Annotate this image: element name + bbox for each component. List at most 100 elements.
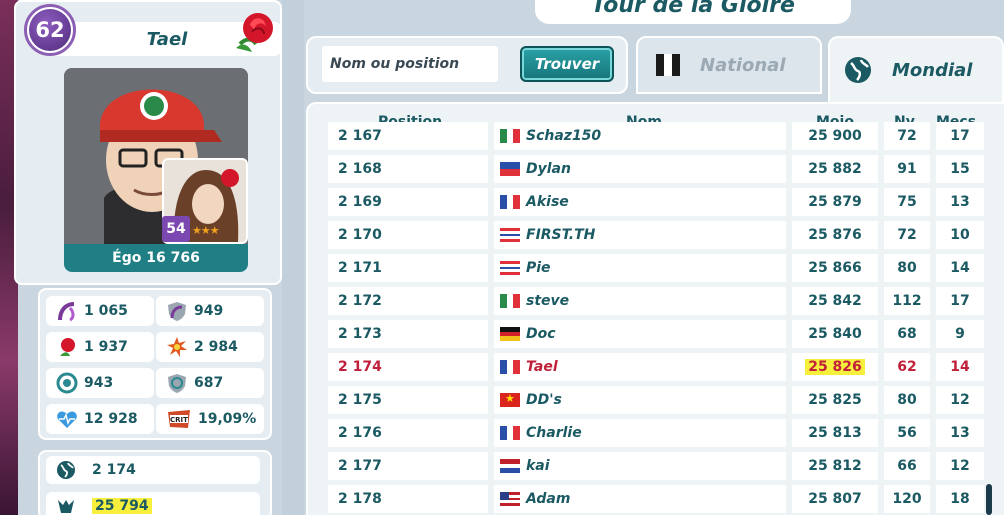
rose-stat-icon bbox=[60, 338, 75, 356]
cell-level: 66 bbox=[884, 452, 930, 480]
stat-know-how-defense: 687 bbox=[156, 368, 264, 398]
cell-level: 112 bbox=[884, 287, 930, 315]
player-name-text: Pie bbox=[526, 260, 551, 276]
panel-divider bbox=[282, 0, 304, 515]
cell-mojo: 25 879 bbox=[792, 188, 878, 216]
player-name-text: Tael bbox=[526, 359, 558, 375]
mojo-text: 25 826 bbox=[805, 359, 865, 375]
table-row[interactable]: 2 170 FIRST.TH 25 876 72 10 bbox=[328, 221, 988, 249]
page-title: Tour de la Gloire bbox=[535, 0, 851, 24]
cell-position: 2 177 bbox=[328, 452, 488, 480]
stat-value: 687 bbox=[194, 375, 224, 391]
player-name-text: Charlie bbox=[526, 425, 582, 441]
mojo-text: 25 900 bbox=[808, 128, 862, 144]
cell-name: FIRST.TH bbox=[494, 221, 786, 249]
cell-mojo: 25 813 bbox=[792, 419, 878, 447]
stat-value: 19,09% bbox=[198, 411, 257, 427]
cell-mojo: 25 807 bbox=[792, 485, 878, 513]
national-flag-icon bbox=[656, 54, 680, 76]
th-flag-icon bbox=[500, 228, 520, 242]
cell-mecs: 10 bbox=[936, 221, 984, 249]
mojo-text: 25 807 bbox=[808, 491, 862, 507]
table-row[interactable]: 2 167 Schaz150 25 900 72 17 bbox=[328, 122, 988, 150]
cell-position: 2 167 bbox=[328, 122, 488, 150]
fr-flag-icon bbox=[500, 426, 520, 440]
player-name-text: steve bbox=[526, 293, 570, 309]
cell-mecs: 15 bbox=[936, 155, 984, 183]
ph-flag-icon bbox=[500, 162, 520, 176]
table-row-self[interactable]: 2 174 Tael 25 826 62 14 bbox=[328, 353, 988, 381]
stat-know-how: 943 bbox=[46, 368, 154, 398]
mojo-text: 25 825 bbox=[808, 392, 862, 408]
player-name-text: Doc bbox=[526, 326, 556, 342]
cell-mecs: 9 bbox=[936, 320, 984, 348]
companion-level-badge: 54 bbox=[162, 216, 190, 242]
mojo-text: 25 812 bbox=[808, 458, 862, 474]
mx-flag-icon bbox=[500, 294, 520, 308]
table-row[interactable]: 2 175 ★ DD's 25 825 80 12 bbox=[328, 386, 988, 414]
cell-level: 72 bbox=[884, 221, 930, 249]
tab-national-label: National bbox=[700, 54, 786, 76]
cell-name: steve bbox=[494, 287, 786, 315]
player-name-text: Schaz150 bbox=[526, 128, 602, 144]
cell-mojo: 25 812 bbox=[792, 452, 878, 480]
table-row[interactable]: 2 171 Pie 25 866 80 14 bbox=[328, 254, 988, 282]
tab-mondial[interactable]: Mondial bbox=[828, 36, 1004, 102]
cell-mojo: 25 825 bbox=[792, 386, 878, 414]
stat-value: 12 928 bbox=[84, 411, 138, 427]
cell-mecs: 12 bbox=[936, 452, 984, 480]
companion-stars: ★★★ bbox=[192, 224, 220, 237]
th-flag-icon bbox=[500, 261, 520, 275]
cell-level: 80 bbox=[884, 254, 930, 282]
cell-mojo: 25 900 bbox=[792, 122, 878, 150]
cell-name: ★ DD's bbox=[494, 386, 786, 414]
table-row[interactable]: 2 176 Charlie 25 813 56 13 bbox=[328, 419, 988, 447]
mojo-text: 25 840 bbox=[808, 326, 862, 342]
whip-icon bbox=[58, 302, 75, 322]
cell-mecs: 14 bbox=[936, 254, 984, 282]
cell-mojo: 25 876 bbox=[792, 221, 878, 249]
world-rank-row: 2 174 bbox=[46, 456, 260, 484]
mojo-text: 25 842 bbox=[808, 293, 862, 309]
search-panel: Trouver bbox=[306, 36, 628, 94]
svg-text:CRIT: CRIT bbox=[170, 416, 188, 424]
cell-level: 68 bbox=[884, 320, 930, 348]
cell-name: Schaz150 bbox=[494, 122, 786, 150]
tab-mondial-label: Mondial bbox=[892, 59, 973, 81]
mojo-text: 25 879 bbox=[808, 194, 862, 210]
table-row[interactable]: 2 168 Dylan 25 882 91 15 bbox=[328, 155, 988, 183]
player-name-text: kai bbox=[526, 458, 550, 474]
stat-value: 1 937 bbox=[84, 339, 128, 355]
table-row[interactable]: 2 173 Doc 25 840 68 9 bbox=[328, 320, 988, 348]
crit-icon: CRIT bbox=[168, 410, 190, 428]
stat-charm-defense: 2 984 bbox=[156, 332, 264, 362]
table-row[interactable]: 2 177 kai 25 812 66 12 bbox=[328, 452, 988, 480]
cell-level: 80 bbox=[884, 386, 930, 414]
stat-value: 943 bbox=[84, 375, 114, 391]
cell-mojo: 25 826 bbox=[792, 353, 878, 381]
cell-mecs: 12 bbox=[936, 386, 984, 414]
whip-shield-icon bbox=[168, 302, 186, 321]
cell-position: 2 170 bbox=[328, 221, 488, 249]
target-shield-icon bbox=[168, 374, 186, 393]
cell-position: 2 173 bbox=[328, 320, 488, 348]
find-button[interactable]: Trouver bbox=[520, 46, 614, 82]
cell-level: 120 bbox=[884, 485, 930, 513]
fr-flag-icon bbox=[500, 195, 520, 209]
cell-level: 91 bbox=[884, 155, 930, 183]
cell-name: Akise bbox=[494, 188, 786, 216]
mojo-text: 25 866 bbox=[808, 260, 862, 276]
table-row[interactable]: 2 178 Adam 25 807 120 18 bbox=[328, 485, 988, 513]
tab-national[interactable]: National bbox=[636, 36, 822, 94]
cell-mojo: 25 866 bbox=[792, 254, 878, 282]
cell-position: 2 174 bbox=[328, 353, 488, 381]
player-name-text: DD's bbox=[526, 392, 562, 408]
burst-icon bbox=[167, 337, 187, 357]
table-row[interactable]: 2 169 Akise 25 879 75 13 bbox=[328, 188, 988, 216]
table-row[interactable]: 2 172 steve 25 842 112 17 bbox=[328, 287, 988, 315]
mojo-text: 25 813 bbox=[808, 425, 862, 441]
scrollbar-thumb[interactable] bbox=[986, 484, 992, 515]
cell-mecs: 18 bbox=[936, 485, 984, 513]
stat-value: 949 bbox=[194, 303, 224, 319]
search-input[interactable] bbox=[322, 46, 498, 82]
